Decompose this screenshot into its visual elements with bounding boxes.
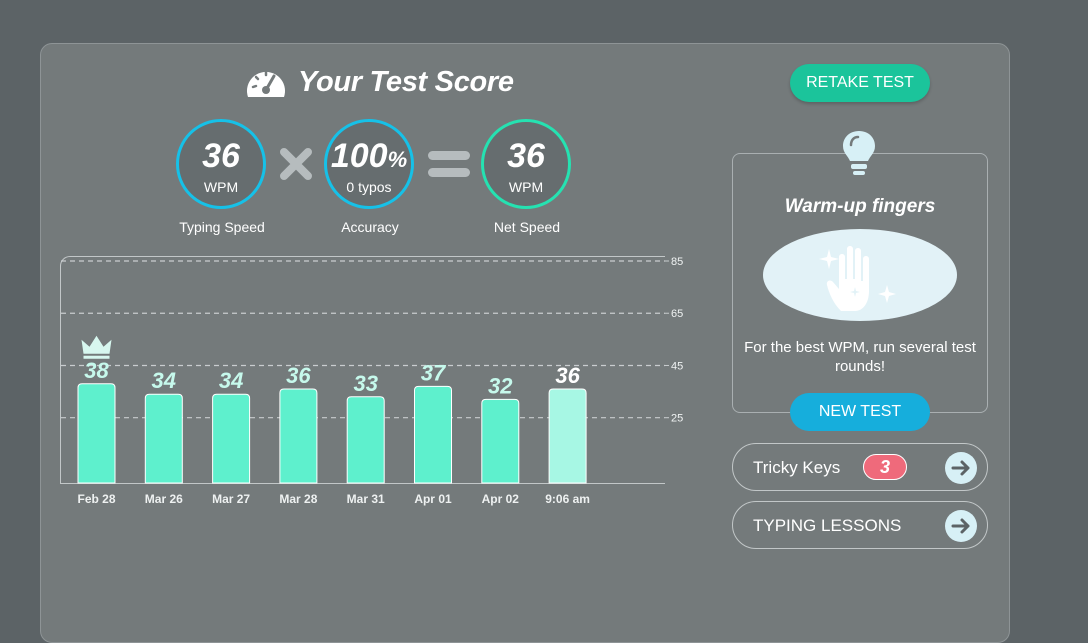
warmup-text: For the best WPM, run several test round… — [744, 339, 976, 375]
chart-bar — [346, 396, 385, 484]
arrow-right-icon[interactable] — [945, 510, 977, 542]
x-tick-label: Mar 31 — [347, 492, 385, 506]
chart-bar — [212, 393, 251, 484]
bar-value-label: 34 — [219, 368, 243, 393]
bar-value-label: 37 — [421, 360, 447, 385]
typing-lessons-link[interactable]: TYPING LESSONS — [732, 501, 988, 549]
y-tick-label: 25 — [671, 413, 683, 425]
bar-value-label: 38 — [84, 358, 109, 383]
tricky-keys-label: Tricky Keys — [753, 458, 841, 477]
crown-icon — [81, 335, 112, 359]
x-tick-label: Feb 28 — [77, 492, 115, 506]
y-tick-label: 85 — [671, 256, 683, 268]
y-tick-label: 65 — [671, 308, 683, 320]
chart-bar — [548, 388, 587, 484]
warmup-title: Warm-up fingers — [784, 196, 936, 217]
chart-bar — [144, 393, 183, 484]
new-test-button[interactable]: NEW TEST — [790, 393, 930, 431]
chart-bar — [279, 388, 318, 484]
warmup-illustration — [763, 229, 957, 321]
x-tick-label: Mar 27 — [212, 492, 250, 506]
tricky-keys-count-badge: 3 — [863, 454, 907, 480]
lightbulb-icon — [838, 128, 880, 178]
bar-value-label: 36 — [555, 363, 580, 388]
y-tick-label: 45 — [671, 360, 683, 372]
retake-test-button[interactable]: RETAKE TEST — [790, 64, 930, 102]
chart-bar — [414, 385, 452, 484]
chart-bar — [481, 398, 520, 484]
arrow-right-icon[interactable] — [945, 452, 977, 484]
x-tick-label: Mar 28 — [279, 492, 317, 506]
x-tick-label: Apr 02 — [482, 492, 520, 506]
x-tick-label: Mar 26 — [145, 492, 183, 506]
chart-bar — [77, 383, 116, 484]
sparkling-hand-icon — [819, 246, 896, 311]
bar-value-label: 33 — [353, 371, 377, 396]
x-tick-label: 9:06 am — [545, 492, 590, 506]
bar-value-label: 36 — [286, 363, 311, 388]
bar-value-label: 34 — [152, 368, 176, 393]
tricky-keys-link[interactable]: Tricky Keys 3 — [732, 443, 988, 491]
typing-lessons-label: TYPING LESSONS — [753, 516, 902, 535]
x-tick-label: Apr 01 — [414, 492, 452, 506]
bar-value-label: 32 — [488, 373, 513, 398]
